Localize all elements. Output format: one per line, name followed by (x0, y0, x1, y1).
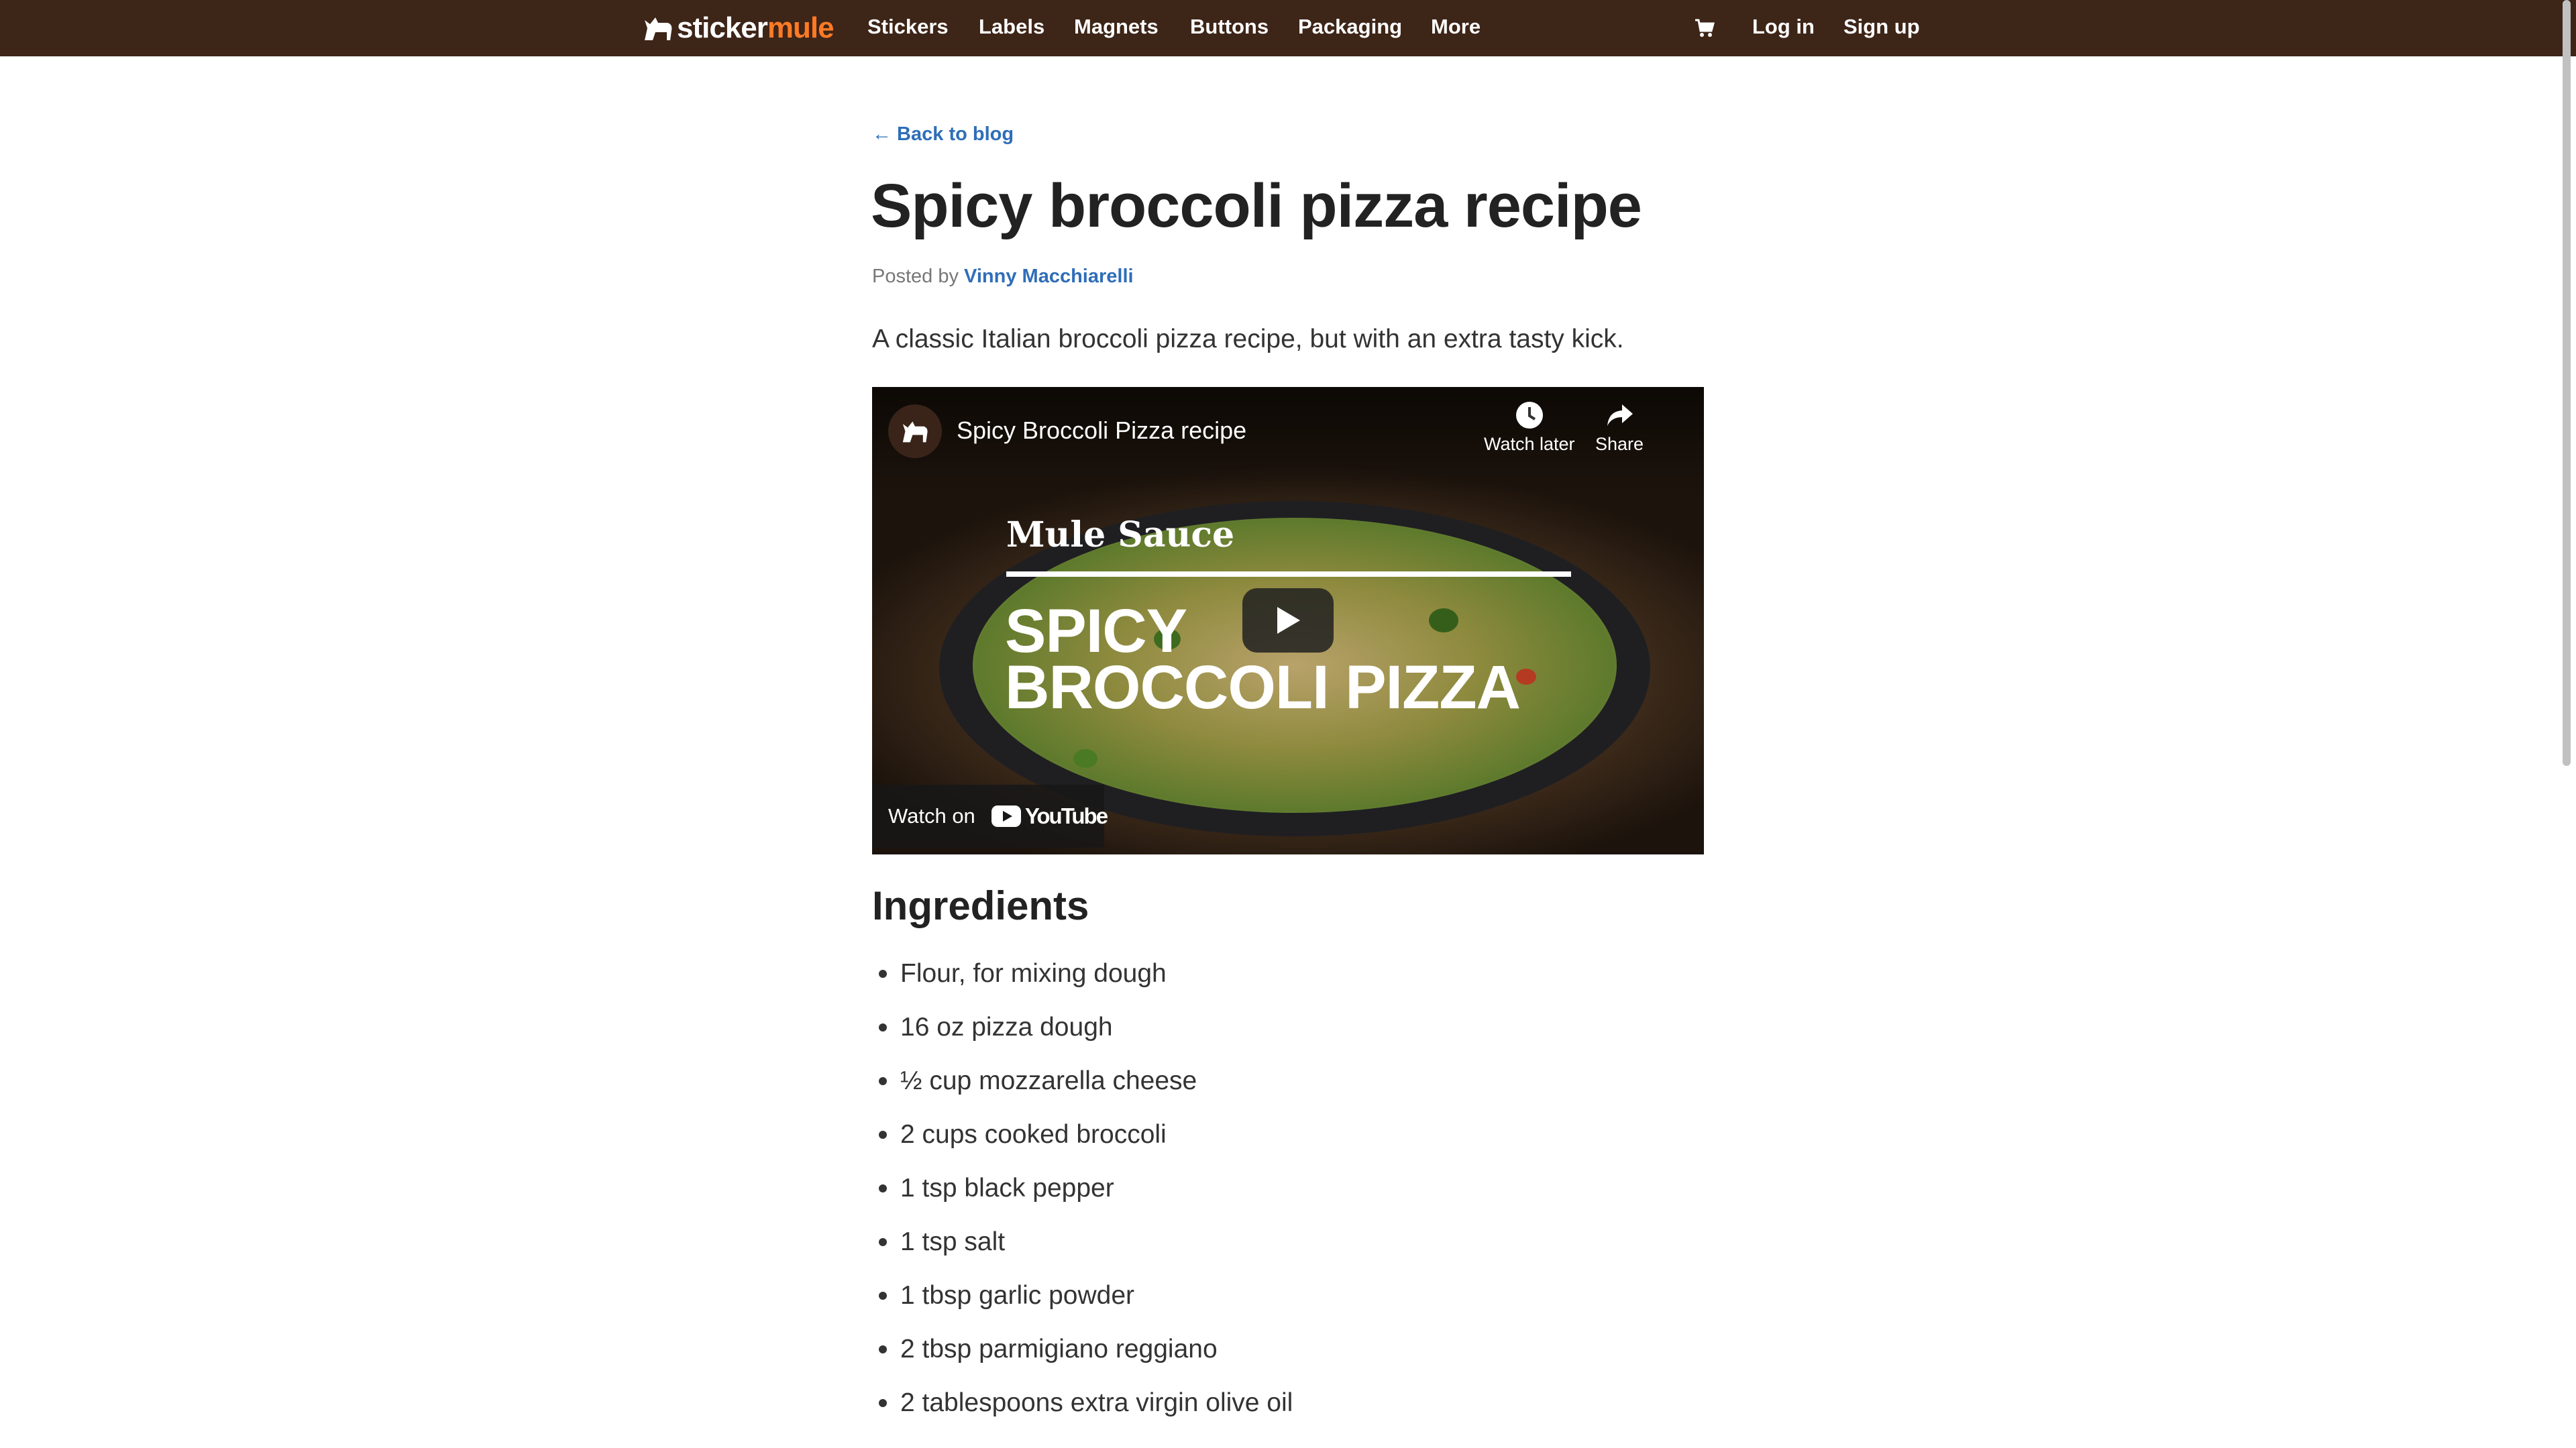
list-item: 16 oz pizza dough (872, 1010, 1293, 1064)
mule-logo-icon (902, 421, 928, 443)
play-button[interactable] (1242, 588, 1334, 653)
bullet-icon (879, 1345, 887, 1353)
bullet-icon (879, 1292, 887, 1300)
clock-icon (1515, 402, 1543, 429)
logo-text-sticker: sticker (677, 11, 768, 44)
ingredients-list: Flour, for mixing dough 16 oz pizza doug… (872, 956, 1293, 1439)
overlay-divider (1006, 571, 1571, 577)
youtube-logo: YouTube (991, 803, 1108, 829)
list-item: 2 tablespoons extra virgin olive oil (872, 1386, 1293, 1439)
list-item: 2 tbsp parmigiano reggiano (872, 1332, 1293, 1386)
play-icon (1277, 607, 1300, 634)
list-item: ½ cup mozzarella cheese (872, 1064, 1293, 1117)
signup-link[interactable]: Sign up (1843, 15, 1920, 39)
nav-buttons[interactable]: Buttons (1190, 15, 1269, 39)
broccoli-topping (1073, 749, 1097, 768)
ingredient-text: 1 tsp salt (900, 1227, 1006, 1256)
share-button[interactable]: Share (1595, 400, 1644, 455)
watch-later-button[interactable]: Watch later (1484, 400, 1575, 455)
youtube-video-embed[interactable]: Spicy Broccoli Pizza recipe Watch later … (872, 387, 1704, 854)
bullet-icon (879, 1238, 887, 1246)
list-item: 2 cups cooked broccoli (872, 1117, 1293, 1171)
byline: Posted by Vinny Macchiarelli (872, 266, 1134, 288)
bullet-icon (879, 970, 887, 978)
nav-more[interactable]: More (1431, 15, 1481, 39)
page-title: Spicy broccoli pizza recipe (871, 172, 1642, 240)
ingredient-text: 2 tablespoons extra virgin olive oil (900, 1388, 1293, 1417)
bullet-icon (879, 1399, 887, 1407)
ingredient-text: 1 tbsp garlic powder (900, 1281, 1135, 1310)
youtube-wordmark: YouTube (1024, 803, 1108, 828)
share-arrow-icon (1607, 404, 1633, 426)
nav-packaging[interactable]: Packaging (1298, 15, 1402, 39)
bullet-icon (879, 1131, 887, 1139)
article-intro: A classic Italian broccoli pizza recipe,… (872, 325, 1624, 353)
logo-text-mule: mule (767, 11, 835, 44)
broccoli-topping (1429, 608, 1458, 632)
youtube-play-icon (991, 805, 1021, 827)
list-item: 1 tsp salt (872, 1225, 1293, 1278)
ingredient-text: 16 oz pizza dough (900, 1013, 1113, 1042)
mule-sauce-overlay: Mule Sauce (1006, 514, 1235, 555)
ingredient-text: 2 cups cooked broccoli (900, 1120, 1167, 1149)
ingredient-text: 2 tbsp parmigiano reggiano (900, 1335, 1218, 1363)
ingredient-text: 1 tsp black pepper (900, 1174, 1114, 1203)
cart-icon[interactable] (1695, 19, 1715, 38)
bullet-icon (879, 1184, 887, 1192)
ingredient-text: ½ cup mozzarella cheese (900, 1066, 1197, 1095)
posted-by-label: Posted by (872, 266, 959, 287)
share-label: Share (1595, 434, 1644, 454)
watch-on-youtube-button[interactable]: Watch on YouTube (872, 785, 1108, 848)
nav-labels[interactable]: Labels (979, 15, 1044, 39)
list-item: 1 tbsp garlic powder (872, 1278, 1293, 1332)
author-link[interactable]: Vinny Macchiarelli (964, 266, 1134, 287)
bullet-icon (879, 1023, 887, 1032)
sticker-mule-logo[interactable]: stickermule (642, 9, 835, 47)
login-link[interactable]: Log in (1752, 15, 1815, 39)
back-to-blog-link[interactable]: ← Back to blog (872, 123, 1014, 146)
overlay-title-line2: BROCCOLI PIZZA (1005, 653, 1521, 722)
bullet-icon (879, 1077, 887, 1085)
ingredient-text: Flour, for mixing dough (900, 959, 1167, 988)
nav-magnets[interactable]: Magnets (1074, 15, 1159, 39)
video-title[interactable]: Spicy Broccoli Pizza recipe (957, 416, 1246, 445)
top-navigation-bar: stickermule Stickers Labels Magnets Butt… (0, 0, 2576, 56)
watch-on-label: Watch on (888, 804, 975, 828)
nav-stickers[interactable]: Stickers (867, 15, 949, 39)
scrollbar-thumb[interactable] (2563, 0, 2571, 766)
channel-avatar[interactable] (888, 404, 942, 458)
ingredients-heading: Ingredients (872, 883, 1089, 928)
watch-later-label: Watch later (1484, 434, 1575, 454)
mule-logo-icon (645, 17, 672, 40)
list-item: 1 tsp black pepper (872, 1171, 1293, 1225)
list-item: Flour, for mixing dough (872, 956, 1293, 1010)
